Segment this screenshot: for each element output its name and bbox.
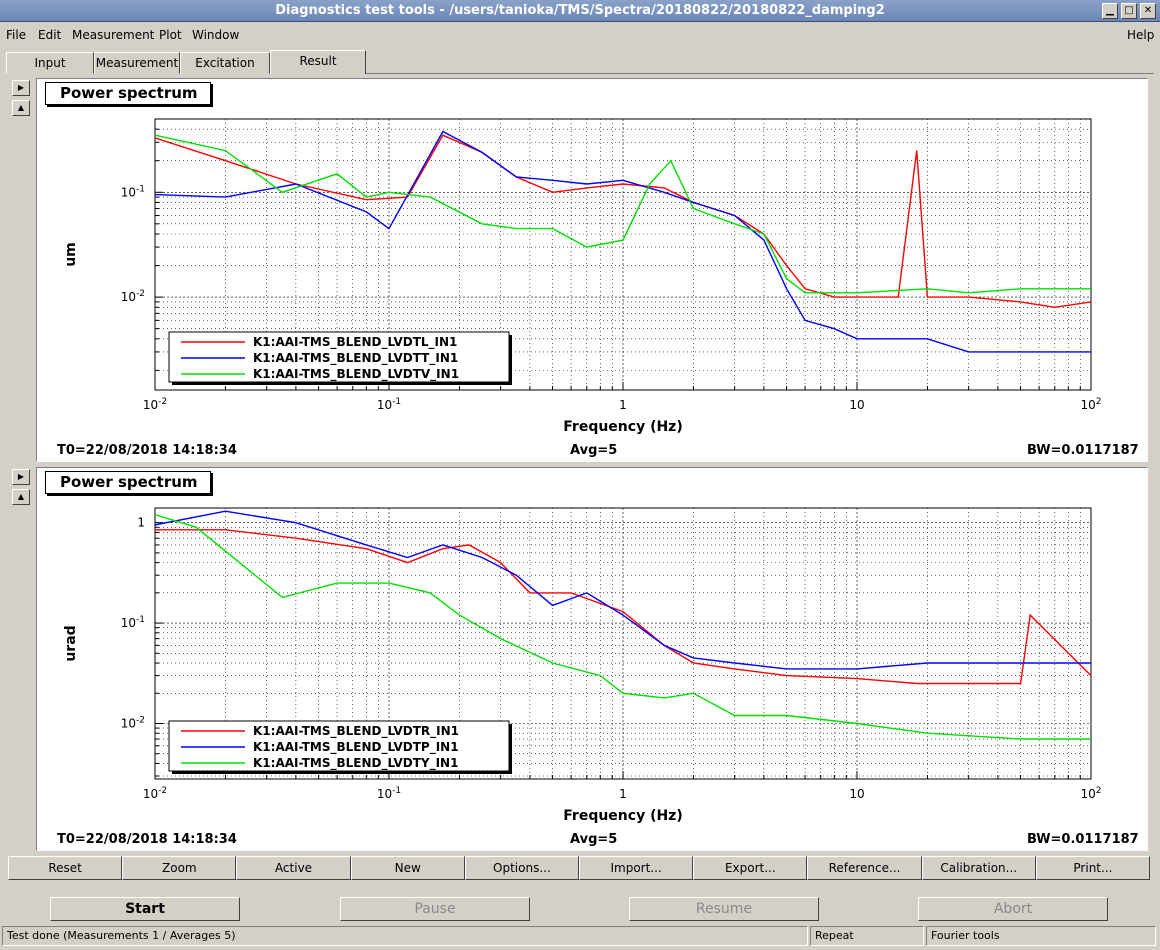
t0-label-1: T0=22/08/2018 14:18:34 xyxy=(57,443,237,458)
x-tick-label: 10-1 xyxy=(377,397,401,412)
expand-right-icon[interactable]: ▶ xyxy=(12,469,30,485)
legend-entry: K1:AAI-TMS_BLEND_LVDTY_IN1 xyxy=(253,756,458,771)
window-title: Diagnostics test tools - /users/tanioka/… xyxy=(275,3,885,18)
options-button[interactable]: Options... xyxy=(464,856,580,880)
y-tick-label: 10-2 xyxy=(121,289,145,304)
x-tick-label: 10-2 xyxy=(143,397,167,412)
reference-button[interactable]: Reference... xyxy=(807,856,922,880)
legend: K1:AAI-TMS_BLEND_LVDTR_IN1K1:AAI-TMS_BLE… xyxy=(168,720,512,774)
bw-label-2: BW=0.0117187 xyxy=(1027,832,1139,847)
plot-canvas-2[interactable]: 10-2 10-1 1 10 102 1 10-1 10-2 Frequency (Hz) ura… xyxy=(37,468,1147,850)
menu-measurement[interactable]: Measurement xyxy=(72,28,154,42)
collapse-up-icon[interactable]: ▲ xyxy=(12,489,30,505)
tab-input[interactable]: Input xyxy=(6,52,94,74)
x-tick-label: 10 xyxy=(849,398,864,412)
status-bar: Test done (Measurements 1 / Averages 5) … xyxy=(2,926,1158,946)
minimize-icon[interactable]: ▁ xyxy=(1102,3,1118,19)
status-tool: Fourier tools xyxy=(926,926,1156,946)
y-axis-label: um xyxy=(63,242,79,267)
t0-label-2: T0=22/08/2018 14:18:34 xyxy=(57,832,237,847)
x-tick-label: 10-1 xyxy=(377,786,401,801)
start-button[interactable]: Start xyxy=(50,897,240,921)
y-tick-label: 1 xyxy=(137,516,145,530)
x-tick-label: 10 xyxy=(849,787,864,801)
legend-entry: K1:AAI-TMS_BLEND_LVDTV_IN1 xyxy=(253,367,459,382)
reset-button[interactable]: Reset xyxy=(8,856,123,880)
legend-entry: K1:AAI-TMS_BLEND_LVDTP_IN1 xyxy=(253,740,459,755)
plot-title-1: Power spectrum xyxy=(45,82,211,105)
zoom-button[interactable]: Zoom xyxy=(122,856,237,880)
tab-result[interactable]: Result xyxy=(270,50,366,74)
menu-file[interactable]: File xyxy=(6,28,26,42)
legend: K1:AAI-TMS_BLEND_LVDTL_IN1K1:AAI-TMS_BLE… xyxy=(168,331,512,385)
legend-entry: K1:AAI-TMS_BLEND_LVDTR_IN1 xyxy=(253,724,459,739)
bw-label-1: BW=0.0117187 xyxy=(1027,443,1139,458)
y-axis-label: urad xyxy=(63,625,79,661)
menu-window[interactable]: Window xyxy=(192,28,239,42)
calibration-button[interactable]: Calibration... xyxy=(921,856,1036,880)
tab-excitation[interactable]: Excitation xyxy=(180,52,270,74)
plot-button-row: Reset Zoom Active New Options... Import.… xyxy=(8,856,1151,880)
maximize-icon[interactable]: □ xyxy=(1121,3,1137,19)
status-message: Test done (Measurements 1 / Averages 5) xyxy=(2,926,808,946)
plot-panel-2[interactable]: 10-2 10-1 1 10 102 1 10-1 10-2 Frequency (Hz) ura… xyxy=(36,467,1148,851)
avg-label-2: Avg=5 xyxy=(570,832,618,847)
active-button[interactable]: Active xyxy=(236,856,351,880)
x-tick-label: 102 xyxy=(1080,786,1101,801)
menu-edit[interactable]: Edit xyxy=(38,28,61,42)
x-axis-label: Frequency (Hz) xyxy=(563,808,682,824)
close-icon[interactable]: ✕ xyxy=(1140,3,1156,19)
resume-button[interactable]: Resume xyxy=(629,897,819,921)
expand-right-icon[interactable]: ▶ xyxy=(12,80,30,96)
new-button[interactable]: New xyxy=(350,856,465,880)
pause-button[interactable]: Pause xyxy=(340,897,530,921)
plot-panel-1[interactable]: 10-2 10-1 1 10 102 10-1 10-2 Frequency (Hz) um K1… xyxy=(36,78,1148,462)
collapse-up-icon[interactable]: ▲ xyxy=(12,100,30,116)
print-button[interactable]: Print... xyxy=(1035,856,1151,880)
x-axis-label: Frequency (Hz) xyxy=(563,419,682,435)
abort-button[interactable]: Abort xyxy=(918,897,1108,921)
legend-entry: K1:AAI-TMS_BLEND_LVDTT_IN1 xyxy=(253,351,458,366)
x-tick-label: 102 xyxy=(1080,397,1101,412)
status-repeat: Repeat xyxy=(810,926,924,946)
x-tick-label: 10-2 xyxy=(143,786,167,801)
y-tick-label: 10-1 xyxy=(121,184,145,199)
window-titlebar: Diagnostics test tools - /users/tanioka/… xyxy=(0,0,1160,22)
import-button[interactable]: Import... xyxy=(579,856,694,880)
y-tick-label: 10-2 xyxy=(121,715,145,730)
plot-title-2: Power spectrum xyxy=(45,471,211,494)
menu-help[interactable]: Help xyxy=(1127,28,1154,42)
legend-entry: K1:AAI-TMS_BLEND_LVDTL_IN1 xyxy=(253,335,457,350)
plot-canvas-1[interactable]: 10-2 10-1 1 10 102 10-1 10-2 Frequency (Hz) um K1… xyxy=(37,79,1147,461)
avg-label-1: Avg=5 xyxy=(570,443,618,458)
tab-measurement[interactable]: Measurement xyxy=(94,52,180,74)
x-tick-label: 1 xyxy=(619,787,627,801)
tab-bar: Input Measurement Excitation Result xyxy=(6,50,1154,74)
x-tick-label: 1 xyxy=(619,398,627,412)
export-button[interactable]: Export... xyxy=(693,856,808,880)
y-tick-label: 10-1 xyxy=(121,615,145,630)
menu-bar: File Edit Measurement Plot Window Help xyxy=(0,24,1160,46)
menu-plot[interactable]: Plot xyxy=(159,28,182,42)
